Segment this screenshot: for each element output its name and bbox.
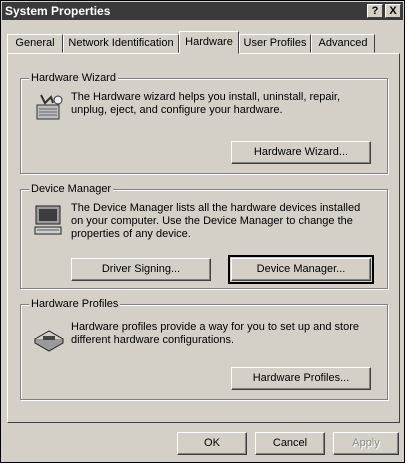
- device-manager-button[interactable]: Device Manager...: [228, 255, 374, 284]
- help-button[interactable]: ?: [367, 4, 383, 18]
- hardware-tab-panel: Hardware Wizard The Hardware wizard help…: [7, 53, 400, 423]
- hardware-wizard-description: The Hardware wizard helps you install, u…: [71, 91, 341, 116]
- title-bar: System Properties ? X: [2, 2, 403, 20]
- device-manager-legend: Device Manager: [29, 183, 114, 196]
- device-manager-group: Device Manager The Device Manager lists …: [20, 183, 388, 289]
- window-title: System Properties: [5, 4, 111, 18]
- device-manager-description: The Device Manager lists all the hardwar…: [71, 202, 361, 240]
- computer-icon: [31, 202, 67, 238]
- hardware-wizard-icon: [31, 91, 67, 127]
- hardware-profiles-icon: [31, 319, 67, 355]
- apply-button[interactable]: Apply: [333, 432, 399, 455]
- hardware-wizard-button[interactable]: Hardware Wizard...: [231, 141, 371, 164]
- tab-hardware[interactable]: Hardware: [179, 31, 239, 54]
- cancel-button[interactable]: Cancel: [255, 432, 325, 455]
- hardware-profiles-group: Hardware Profiles Hardware profiles prov…: [20, 298, 388, 400]
- hardware-wizard-group: Hardware Wizard The Hardware wizard help…: [20, 72, 388, 174]
- tab-general[interactable]: General: [7, 34, 63, 53]
- hardware-profiles-description: Hardware profiles provide a way for you …: [71, 321, 359, 346]
- tab-network-identification[interactable]: Network Identification: [63, 34, 179, 53]
- system-properties-window: System Properties ? X General Network Id…: [0, 0, 405, 463]
- tab-user-profiles[interactable]: User Profiles: [239, 34, 311, 53]
- close-button[interactable]: X: [385, 4, 401, 18]
- ok-button[interactable]: OK: [177, 432, 247, 455]
- driver-signing-button[interactable]: Driver Signing...: [71, 258, 211, 281]
- tab-advanced[interactable]: Advanced: [311, 34, 375, 53]
- hardware-profiles-legend: Hardware Profiles: [29, 298, 121, 311]
- hardware-profiles-button[interactable]: Hardware Profiles...: [231, 367, 371, 390]
- hardware-wizard-legend: Hardware Wizard: [29, 72, 118, 85]
